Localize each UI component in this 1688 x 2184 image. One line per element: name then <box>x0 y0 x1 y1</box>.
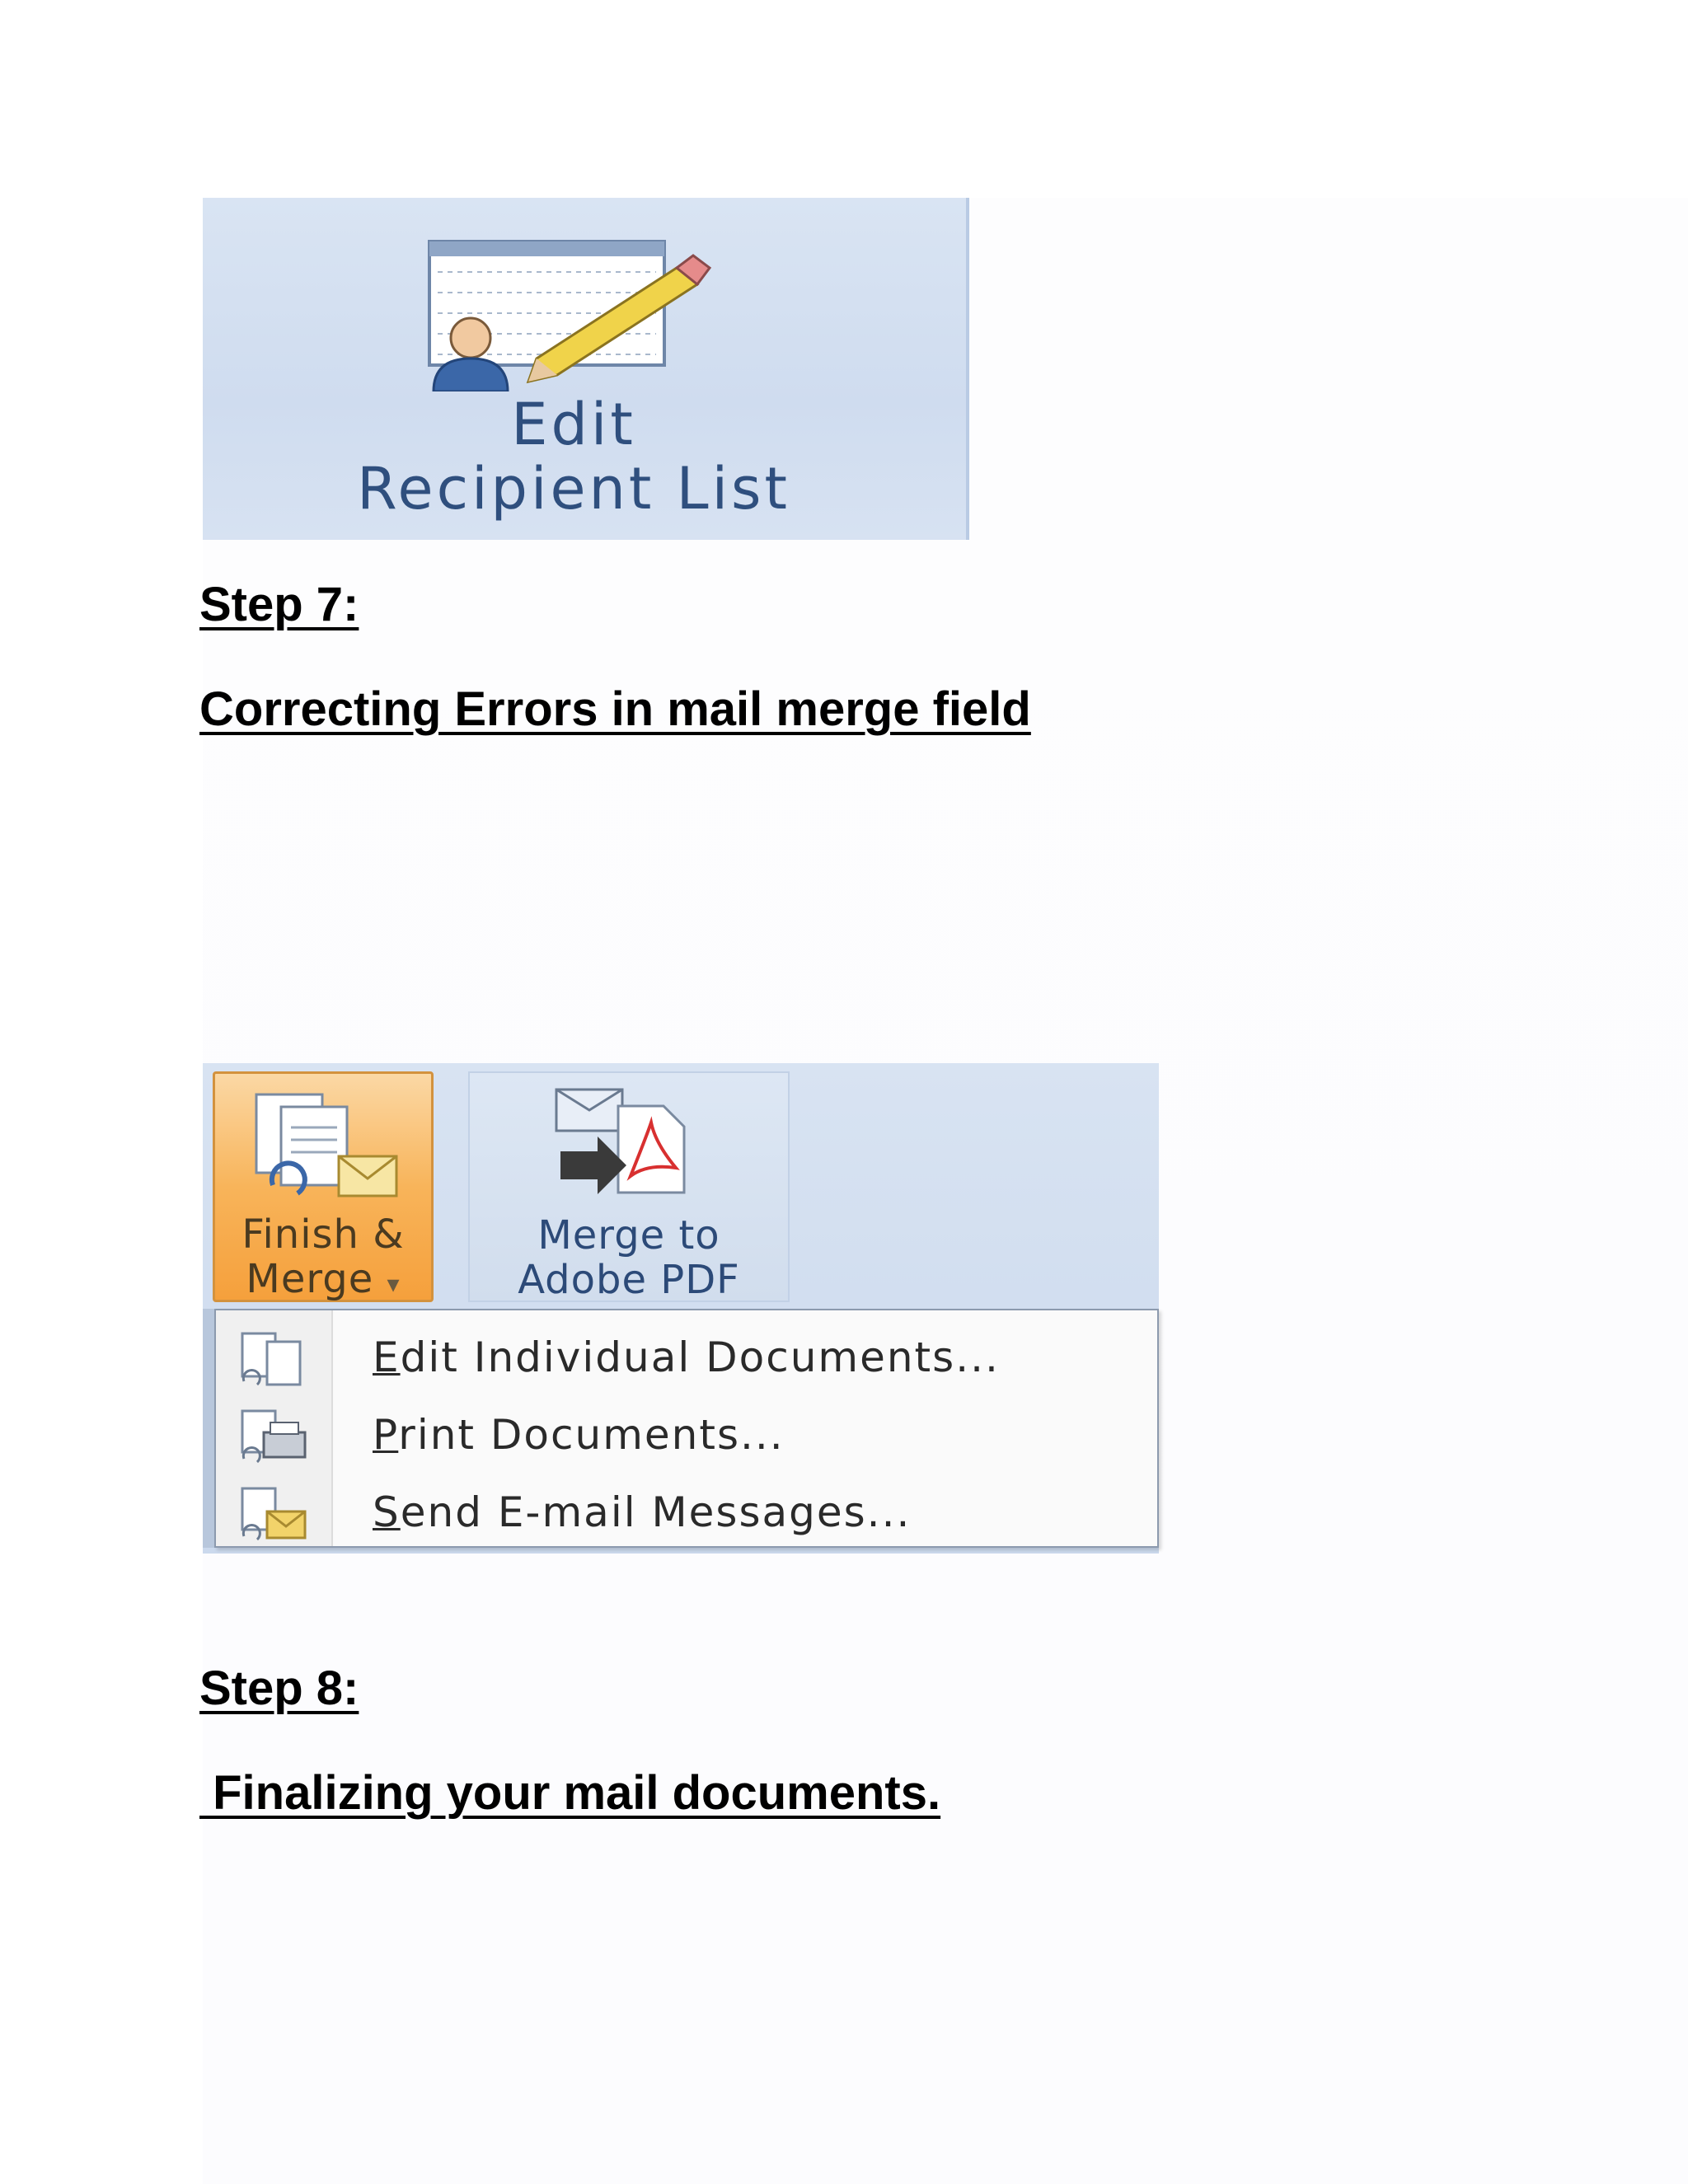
merge-to-adobe-pdf-label: Merge to Adobe PDF <box>518 1212 740 1303</box>
adobe-pdf-icon <box>552 1085 692 1205</box>
finish-merge-dropdown-menu: Edit Individual Documents... Print Docum… <box>214 1309 1159 1548</box>
recipient-list-label: Recipient List <box>357 455 790 523</box>
edit-label: Edit <box>511 391 636 458</box>
chevron-down-icon: ▾ <box>387 1270 401 1299</box>
edit-documents-icon <box>234 1330 310 1390</box>
edit-recipient-list-icon <box>413 235 726 393</box>
finish-merge-icon <box>248 1086 405 1206</box>
print-documents-icon <box>234 1408 310 1467</box>
menu-item-print-documents[interactable]: Print Documents... <box>216 1399 1157 1475</box>
menu-item-label: Edit Individual Documents... <box>373 1333 1000 1381</box>
send-email-icon <box>234 1485 310 1544</box>
finish-merge-label: Finish & Merge ▾ <box>241 1212 405 1302</box>
step7-heading: Step 7: <box>199 578 359 631</box>
menu-item-edit-individual-documents[interactable]: Edit Individual Documents... <box>216 1322 1157 1398</box>
menu-item-label: Send E-mail Messages... <box>373 1488 912 1536</box>
step8-subheading: Finalizing your mail documents. <box>199 1766 941 1820</box>
menu-item-send-email-messages[interactable]: Send E-mail Messages... <box>216 1477 1157 1553</box>
merge-to-adobe-pdf-button[interactable]: Merge to Adobe PDF <box>468 1071 790 1302</box>
step7-subheading: Correcting Errors in mail merge field <box>199 682 1031 736</box>
finish-merge-screenshot: Finish & Merge ▾ Merge to Adobe PDF Edit… <box>203 1063 1159 1554</box>
finish-merge-button[interactable]: Finish & Merge ▾ <box>213 1071 434 1302</box>
step8-heading: Step 8: <box>199 1661 359 1715</box>
edit-recipient-list-screenshot: Edit Recipient List <box>203 198 969 540</box>
ribbon-edge <box>203 1309 214 1548</box>
menu-item-label: Print Documents... <box>373 1411 785 1459</box>
